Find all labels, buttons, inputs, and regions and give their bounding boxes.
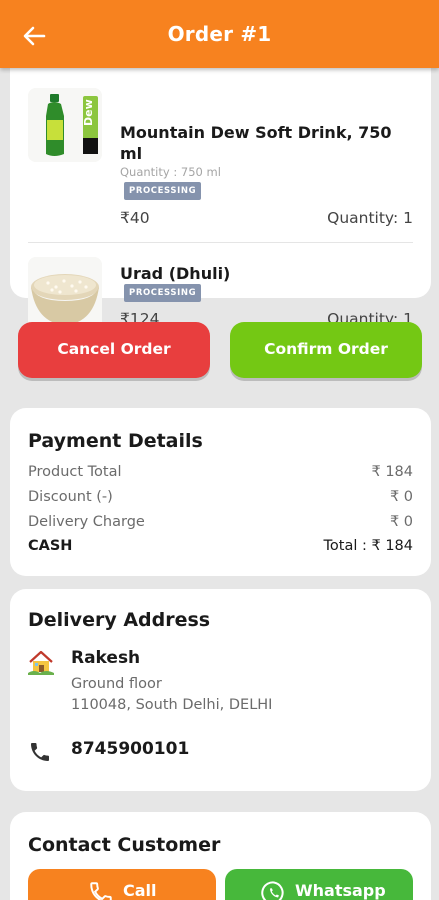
- product-total-row: Product Total ₹ 184: [28, 464, 413, 484]
- contact-customer-title: Contact Customer: [28, 834, 221, 856]
- payment-details-card: Payment Details Product Total ₹ 184 Disc…: [10, 408, 431, 576]
- house-icon: [28, 650, 54, 675]
- call-button-label: Call: [123, 881, 157, 900]
- payment-total-row: CASH Total : ₹ 184: [28, 538, 413, 558]
- order-items-card: Dew Mountain Dew Soft Drink, 750 ml Quan…: [10, 50, 431, 331]
- item-name: Urad (Dhuli): [120, 264, 231, 283]
- item-name: Mountain Dew Soft Drink, 750 ml: [120, 123, 392, 163]
- delivery-charge-label: Delivery Charge: [28, 514, 145, 530]
- app-header: Order #1: [0, 0, 439, 68]
- customer-name: Rakesh: [71, 648, 141, 668]
- confirm-order-button[interactable]: Confirm Order: [230, 322, 422, 378]
- call-button[interactable]: Call: [28, 869, 216, 900]
- delivery-address-title: Delivery Address: [28, 609, 211, 631]
- phone-icon: [90, 882, 112, 900]
- item-unit-quantity: Quantity : 750 ml: [120, 165, 221, 179]
- whatsapp-button[interactable]: Whatsapp: [225, 869, 413, 900]
- payment-details-title: Payment Details: [28, 430, 203, 452]
- delivery-address-card: Delivery Address Rakesh Ground floor 110…: [10, 589, 431, 791]
- address-line-1: Ground floor: [71, 676, 162, 692]
- customer-phone[interactable]: 8745900101: [71, 739, 189, 759]
- phone-icon: [31, 743, 49, 761]
- discount-row: Discount (-) ₹ 0: [28, 489, 413, 509]
- delivery-charge-row: Delivery Charge ₹ 0: [28, 514, 413, 534]
- status-badge: PROCESSING: [124, 284, 202, 302]
- whatsapp-icon: [261, 881, 284, 900]
- cancel-order-button[interactable]: Cancel Order: [18, 322, 210, 378]
- product-total-value: ₹ 184: [371, 464, 413, 480]
- address-line-2: 110048, South Delhi, DELHI: [71, 697, 273, 713]
- payment-method: CASH: [28, 538, 73, 554]
- page-title: Order #1: [167, 22, 272, 46]
- order-total: Total : ₹ 184: [323, 538, 413, 554]
- discount-value: ₹ 0: [389, 489, 413, 505]
- item-price: ₹40: [120, 209, 150, 227]
- product-total-label: Product Total: [28, 464, 122, 480]
- product-image-mountain-dew: Dew: [28, 88, 102, 162]
- item-quantity: Quantity: 1: [327, 209, 413, 227]
- product-image-urad-dhuli: [28, 257, 102, 331]
- contact-customer-card: Contact Customer Call Whatsapp: [10, 812, 431, 900]
- item-divider: [28, 242, 413, 243]
- discount-label: Discount (-): [28, 489, 113, 505]
- svg-text:Dew: Dew: [82, 99, 95, 126]
- whatsapp-button-label: Whatsapp: [295, 881, 386, 900]
- delivery-charge-value: ₹ 0: [389, 514, 413, 530]
- status-badge: PROCESSING: [124, 182, 202, 200]
